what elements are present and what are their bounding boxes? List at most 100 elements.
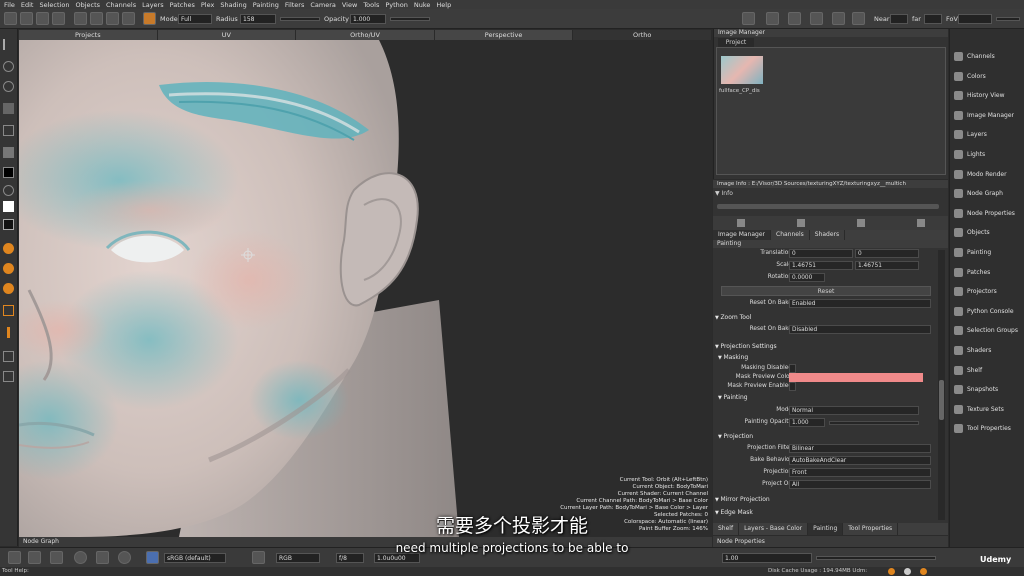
select-tool-icon[interactable] — [3, 39, 14, 50]
translation-y-field[interactable]: 0 — [855, 249, 919, 258]
grid-icon[interactable] — [122, 12, 135, 25]
near-field[interactable] — [890, 14, 908, 24]
palette-item[interactable]: Modo Render — [950, 165, 1024, 184]
rotation-field[interactable]: 0.0000 — [789, 273, 825, 282]
fov-slider[interactable] — [996, 17, 1020, 21]
panel-tab[interactable]: Shaders — [810, 230, 846, 240]
foreground-color-icon[interactable] — [3, 167, 14, 178]
menu-item[interactable]: Patches — [170, 1, 195, 9]
painting-scrollbar-thumb[interactable] — [939, 380, 944, 420]
translation-x-field[interactable]: 0 — [789, 249, 853, 258]
image-thumbnail[interactable] — [721, 56, 763, 84]
painting-opacity-field[interactable]: 1.000 — [789, 418, 825, 427]
zoom-tool-section[interactable]: Zoom Tool — [715, 314, 751, 321]
swap-color-icon[interactable] — [3, 185, 14, 196]
orbit-tool-icon[interactable] — [3, 81, 14, 92]
projector-tool-icon[interactable] — [3, 243, 14, 254]
palette-item[interactable]: Colors — [950, 67, 1024, 86]
save-icon[interactable] — [36, 12, 49, 25]
panel-tab[interactable]: Image Manager — [713, 230, 771, 240]
menu-item[interactable]: Layers — [142, 1, 164, 9]
palette-item[interactable]: Tool Properties — [950, 419, 1024, 438]
masking-disabled-checkbox[interactable] — [789, 364, 796, 373]
palette-item[interactable]: Painting — [950, 243, 1024, 262]
project-tab[interactable]: Project — [718, 38, 754, 47]
painting-mode-select[interactable]: Normal — [789, 406, 919, 415]
palette-item[interactable]: Selection Groups — [950, 321, 1024, 340]
info-section[interactable]: ▼ Info — [715, 190, 733, 197]
scale-y-field[interactable]: 1.46751 — [855, 261, 919, 270]
palette-item[interactable]: Shelf — [950, 361, 1024, 380]
checker-icon[interactable] — [788, 12, 801, 25]
status-icon[interactable] — [904, 568, 911, 575]
3d-viewport[interactable]: Current Tool: Orbit (Alt+LeftBtn) Current… — [19, 40, 712, 537]
info-scrollbar[interactable] — [717, 204, 939, 209]
radius-field[interactable]: 158 — [240, 14, 276, 24]
transform-tool-icon[interactable] — [3, 61, 14, 72]
palette-item[interactable]: Python Console — [950, 302, 1024, 321]
viewport-tab[interactable]: Ortho/UV — [296, 30, 435, 40]
menu-item[interactable]: Help — [436, 1, 451, 9]
opacity-field[interactable]: 1.000 — [350, 14, 386, 24]
palette-item[interactable]: Node Graph — [950, 184, 1024, 203]
menu-item[interactable]: Channels — [106, 1, 136, 9]
palette-item[interactable]: Texture Sets — [950, 400, 1024, 419]
mirror-projection-section[interactable]: Mirror Projection — [715, 496, 769, 503]
project-on-select[interactable]: All — [789, 480, 931, 489]
palette-item[interactable]: Patches — [950, 263, 1024, 282]
move-icon[interactable] — [106, 12, 119, 25]
bake-behavior-select[interactable]: AutoBakeAndClear — [789, 456, 931, 465]
palette-item[interactable]: Objects — [950, 223, 1024, 242]
new-icon[interactable] — [4, 12, 17, 25]
snapshot-tool-icon[interactable] — [3, 351, 14, 362]
mask-tool-icon[interactable] — [3, 305, 14, 316]
marker-tool-icon[interactable] — [7, 327, 10, 338]
tab-icon[interactable] — [857, 219, 865, 227]
mask-preview-color-swatch[interactable] — [789, 373, 923, 382]
frame-icon[interactable] — [810, 12, 823, 25]
tab-icon[interactable] — [917, 219, 925, 227]
scale-x-field[interactable]: 1.46751 — [789, 261, 853, 270]
reset-button[interactable]: Reset — [721, 286, 931, 296]
menu-item[interactable]: Camera — [310, 1, 336, 9]
bake-tool-icon[interactable] — [3, 263, 14, 274]
paint-tool-icon[interactable] — [3, 103, 14, 114]
viewport-tab[interactable]: Ortho — [573, 30, 712, 40]
projection-filter-select[interactable]: Bilinear — [789, 444, 931, 453]
status-icon[interactable] — [888, 568, 895, 575]
menu-item[interactable]: Shading — [220, 1, 246, 9]
palette-item[interactable]: Channels — [950, 47, 1024, 66]
lock-icon[interactable] — [852, 12, 865, 25]
menu-item[interactable]: Nuke — [414, 1, 431, 9]
palette-item[interactable]: Image Manager — [950, 106, 1024, 125]
projection-select[interactable]: Front — [789, 468, 931, 477]
radius-slider[interactable] — [280, 17, 320, 21]
palette-item[interactable]: Layers — [950, 125, 1024, 144]
black-white-icon[interactable] — [3, 219, 14, 230]
menu-item[interactable]: Selection — [39, 1, 69, 9]
brush-tool-icon[interactable] — [3, 147, 14, 158]
menu-item[interactable]: Painting — [253, 1, 279, 9]
layers-icon[interactable] — [52, 12, 65, 25]
stencil-tool-icon[interactable] — [3, 371, 14, 382]
painting-section[interactable]: Painting — [718, 394, 747, 401]
panel-tab[interactable]: Channels — [771, 230, 810, 240]
viewport-tab[interactable]: UV — [157, 30, 297, 40]
palette-item[interactable]: Node Properties — [950, 204, 1024, 223]
menu-item[interactable]: Filters — [285, 1, 304, 9]
palette-item[interactable]: Shaders — [950, 341, 1024, 360]
menu-item[interactable]: Objects — [75, 1, 100, 9]
view-icon[interactable] — [766, 12, 779, 25]
menu-item[interactable]: Edit — [21, 1, 34, 9]
open-icon[interactable] — [20, 12, 33, 25]
painting-opacity-slider[interactable] — [829, 421, 919, 425]
copy-icon[interactable] — [90, 12, 103, 25]
viewport-tab[interactable]: Projects — [19, 30, 158, 40]
patch-icon[interactable] — [74, 12, 87, 25]
palette-item[interactable]: History View — [950, 86, 1024, 105]
mode-select[interactable]: Full — [178, 14, 212, 24]
selection-tool-icon[interactable] — [3, 125, 14, 136]
projection-section[interactable]: Projection — [718, 433, 753, 440]
camera-icon[interactable] — [742, 12, 755, 25]
reset-on-bake-select[interactable]: Enabled — [789, 299, 931, 308]
